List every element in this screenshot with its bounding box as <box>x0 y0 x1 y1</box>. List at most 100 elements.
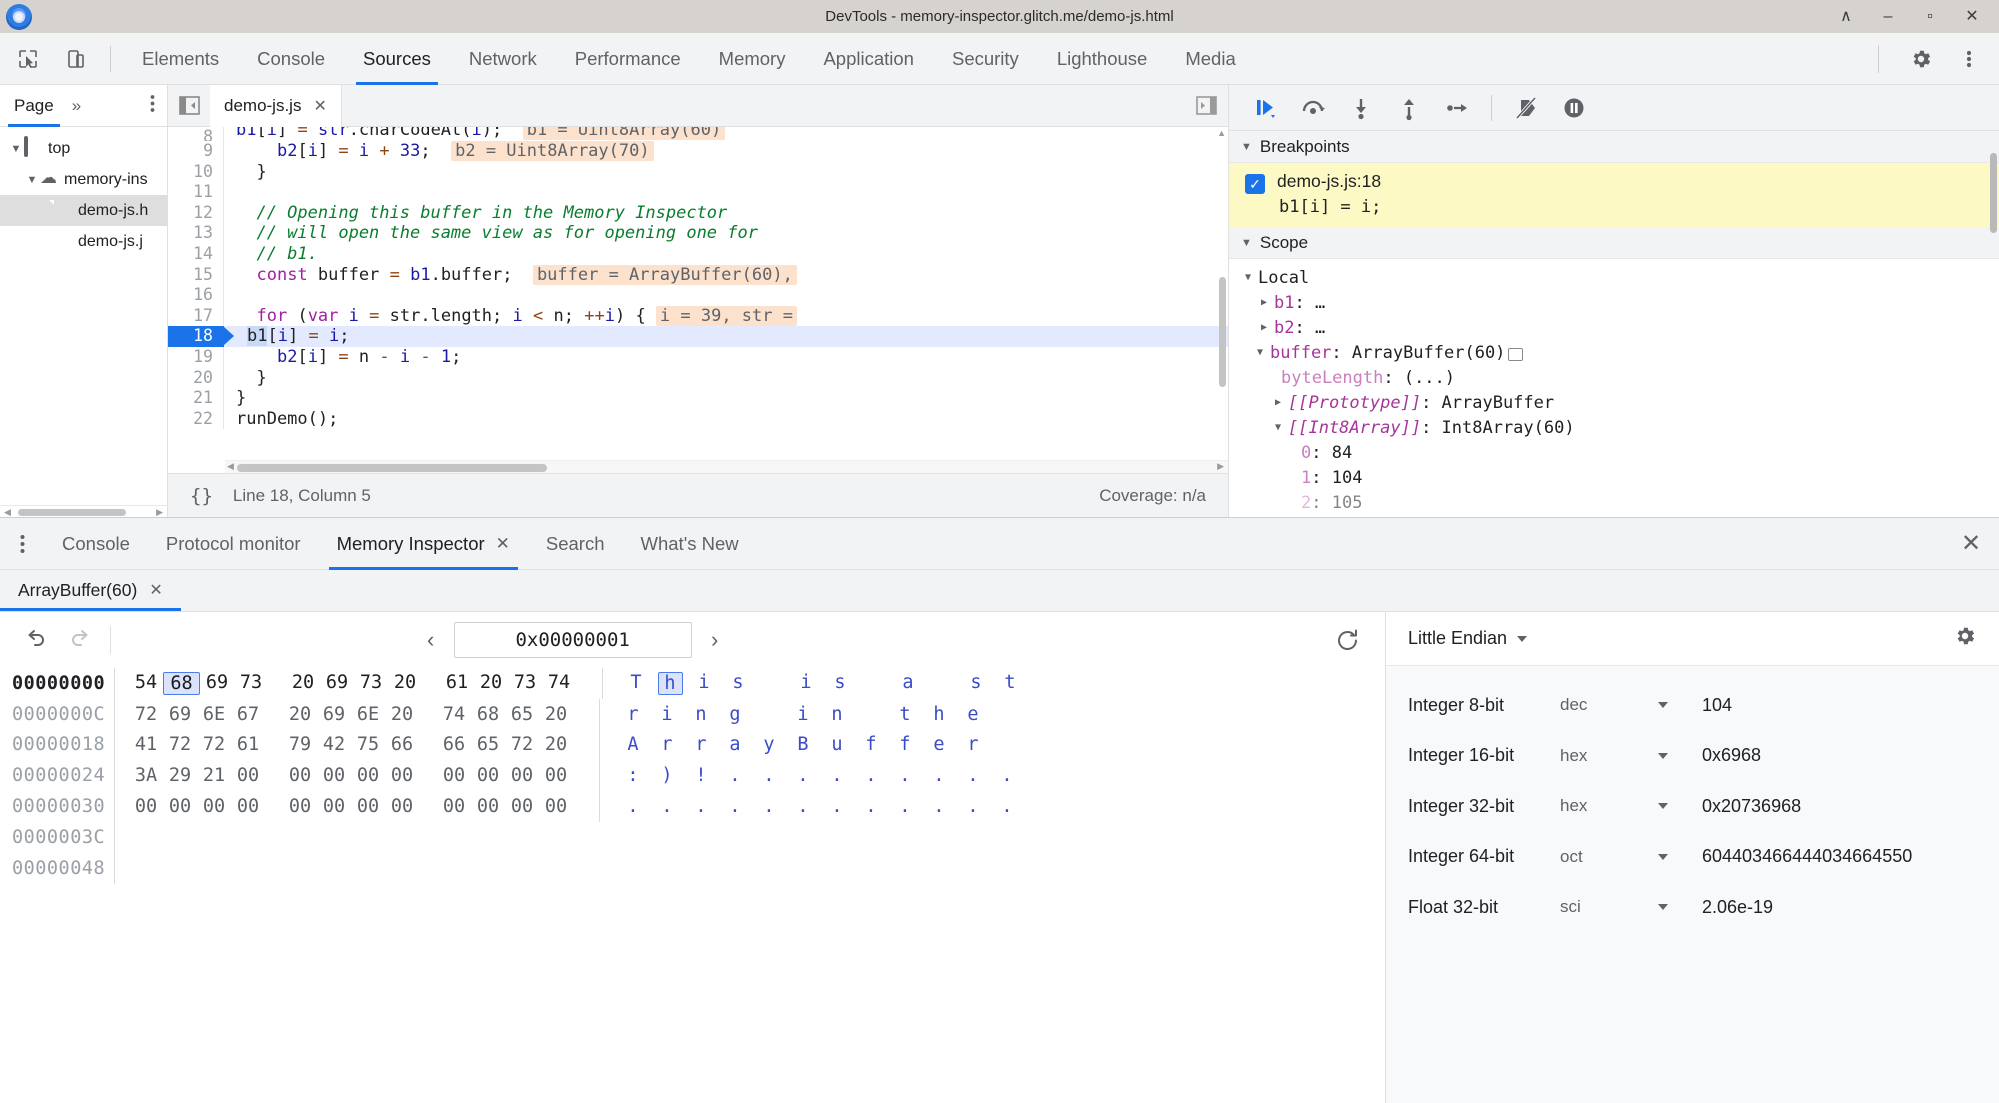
tab-memory[interactable]: Memory <box>700 33 805 85</box>
value-mode[interactable]: hex <box>1560 746 1658 766</box>
chevron-down-icon[interactable] <box>1517 635 1528 642</box>
drawer-tab-whats-new[interactable]: What's New <box>623 518 757 570</box>
ascii-cell[interactable]: e <box>956 704 990 725</box>
hex-row[interactable]: 0000000C 72 69 6E 67 20 69 6E 20 74 68 6… <box>12 698 1385 730</box>
hex-byte[interactable]: 72 <box>129 704 163 725</box>
ascii-cell[interactable]: a <box>891 672 925 695</box>
editor-horizontal-scrollbar[interactable]: ◀ ▶ <box>225 460 1228 473</box>
hex-byte[interactable]: 65 <box>505 704 539 725</box>
drawer-tab-memory-inspector[interactable]: Memory Inspector ✕ <box>319 518 528 570</box>
hex-byte[interactable]: 00 <box>283 765 317 786</box>
ascii-cell[interactable]: . <box>854 765 888 786</box>
hex-byte[interactable]: 72 <box>505 734 539 755</box>
close-icon[interactable]: ✕ <box>1951 0 1993 33</box>
drawer-tab-protocol-monitor[interactable]: Protocol monitor <box>148 518 319 570</box>
scope-row-b2[interactable]: ▶ b2 : … <box>1229 315 1999 340</box>
ascii-cell[interactable]: . <box>650 796 684 817</box>
debugger-vertical-scrollbar[interactable] <box>1988 131 1999 517</box>
scope-row-local[interactable]: ▼ Local <box>1229 265 1999 290</box>
value-mode[interactable]: hex <box>1560 796 1658 816</box>
hex-byte[interactable]: 79 <box>283 734 317 755</box>
hex-byte[interactable]: 73 <box>354 672 388 695</box>
hex-byte[interactable]: 00 <box>505 765 539 786</box>
scrollbar-thumb[interactable] <box>1219 277 1226 387</box>
more-options-icon[interactable] <box>1949 39 1989 79</box>
scope-row-prototype[interactable]: ▶ [[Prototype]] : ArrayBuffer <box>1229 390 1999 415</box>
ascii-cell[interactable]: . <box>956 796 990 817</box>
ascii-cell[interactable]: a <box>718 734 752 755</box>
hex-row[interactable]: 00000000 54 68 69 73 20 69 73 20 61 20 7… <box>12 668 1385 699</box>
ascii-cell[interactable]: . <box>820 796 854 817</box>
ascii-cell[interactable]: t <box>888 704 922 725</box>
hex-byte[interactable]: 61 <box>231 734 265 755</box>
ascii-cell[interactable]: ! <box>684 765 718 786</box>
hex-byte[interactable]: 68 <box>471 704 505 725</box>
endianness-dropdown[interactable]: Little Endian <box>1408 628 1528 649</box>
tree-item-top[interactable]: ▼ top <box>0 133 167 164</box>
ascii-cell[interactable]: . <box>922 796 956 817</box>
close-icon[interactable]: ✕ <box>496 534 510 554</box>
ascii-cell[interactable] <box>752 704 786 725</box>
hex-byte[interactable]: 72 <box>163 734 197 755</box>
ascii-cell[interactable]: . <box>922 765 956 786</box>
navigator-tab-page[interactable]: Page <box>0 85 64 127</box>
scope-row-buffer[interactable]: ▼ buffer : ArrayBuffer(60) <box>1229 340 1999 365</box>
ascii-cell[interactable]: e <box>922 734 956 755</box>
hex-grid[interactable]: 00000000 54 68 69 73 20 69 73 20 61 20 7… <box>0 668 1385 1103</box>
drawer-tab-console[interactable]: Console <box>44 518 148 570</box>
drawer-tab-search[interactable]: Search <box>528 518 623 570</box>
scrollbar-thumb[interactable] <box>18 509 126 516</box>
ascii-cell[interactable]: n <box>820 704 854 725</box>
ascii-cell[interactable]: f <box>854 734 888 755</box>
ascii-cell[interactable]: . <box>888 796 922 817</box>
device-toolbar-icon[interactable] <box>56 39 96 79</box>
hex-row[interactable]: 00000018 41 72 72 61 79 42 75 66 66 65 7… <box>12 729 1385 761</box>
ascii-cell[interactable]: . <box>786 765 820 786</box>
hex-byte[interactable]: 20 <box>283 704 317 725</box>
hex-row[interactable]: 00000030 00 00 00 00 00 00 00 00 00 00 0… <box>12 791 1385 822</box>
hex-byte[interactable]: 74 <box>542 672 576 695</box>
hex-byte[interactable]: 00 <box>437 796 471 817</box>
hex-byte[interactable]: 00 <box>385 796 419 817</box>
ascii-cell[interactable] <box>854 704 888 725</box>
tree-item-demo-js-html[interactable]: demo-js.h <box>0 195 167 226</box>
scope-row-bytelength[interactable]: byteLength : (...) <box>1229 365 1999 390</box>
hex-byte[interactable]: 69 <box>317 704 351 725</box>
ascii-cell-selected[interactable]: h <box>657 671 683 695</box>
ascii-cell[interactable]: ) <box>650 765 684 786</box>
hex-byte[interactable]: 00 <box>539 796 573 817</box>
hex-byte[interactable]: 00 <box>471 765 505 786</box>
twisty-icon[interactable]: ▶ <box>1257 322 1271 333</box>
tab-performance[interactable]: Performance <box>556 33 700 85</box>
ascii-cell[interactable]: r <box>616 704 650 725</box>
hex-byte[interactable]: 00 <box>351 765 385 786</box>
hex-byte[interactable]: 6E <box>197 704 231 725</box>
minimize-icon[interactable]: – <box>1867 0 1909 33</box>
caret-down-icon[interactable]: ▼ <box>1241 141 1252 153</box>
ascii-cell[interactable]: . <box>752 796 786 817</box>
twisty-icon[interactable]: ▶ <box>1271 397 1285 408</box>
twisty-icon[interactable]: ▶ <box>1257 297 1271 308</box>
hex-byte[interactable]: 00 <box>317 796 351 817</box>
navigator-more-tabs-icon[interactable]: » <box>64 96 89 116</box>
close-icon[interactable]: ✕ <box>149 580 162 600</box>
ascii-cell[interactable]: f <box>888 734 922 755</box>
hex-byte[interactable]: 65 <box>471 734 505 755</box>
ascii-cell[interactable]: . <box>854 796 888 817</box>
caret-down-icon[interactable]: ▼ <box>1241 237 1252 249</box>
ascii-cell[interactable] <box>925 672 959 695</box>
drawer-menu-icon[interactable] <box>0 518 44 570</box>
step-into-icon[interactable] <box>1339 88 1383 128</box>
deactivate-breakpoints-icon[interactable] <box>1504 88 1548 128</box>
ascii-cell[interactable]: i <box>789 672 823 695</box>
hex-byte[interactable]: 21 <box>197 765 231 786</box>
collapse-icon[interactable]: ∧ <box>1825 0 1867 33</box>
hex-row[interactable]: 00000024 3A 29 21 00 00 00 00 00 00 00 0… <box>12 760 1385 792</box>
memory-buffer-tab[interactable]: ArrayBuffer(60) ✕ <box>0 569 181 611</box>
tree-item-memory-inspector[interactable]: ▼ ☁ memory-ins <box>0 164 167 195</box>
tab-network[interactable]: Network <box>450 33 556 85</box>
step-over-icon[interactable] <box>1291 88 1335 128</box>
ascii-cell[interactable]: y <box>752 734 786 755</box>
redo-icon[interactable] <box>58 619 102 661</box>
hex-byte[interactable]: 54 <box>129 672 163 695</box>
